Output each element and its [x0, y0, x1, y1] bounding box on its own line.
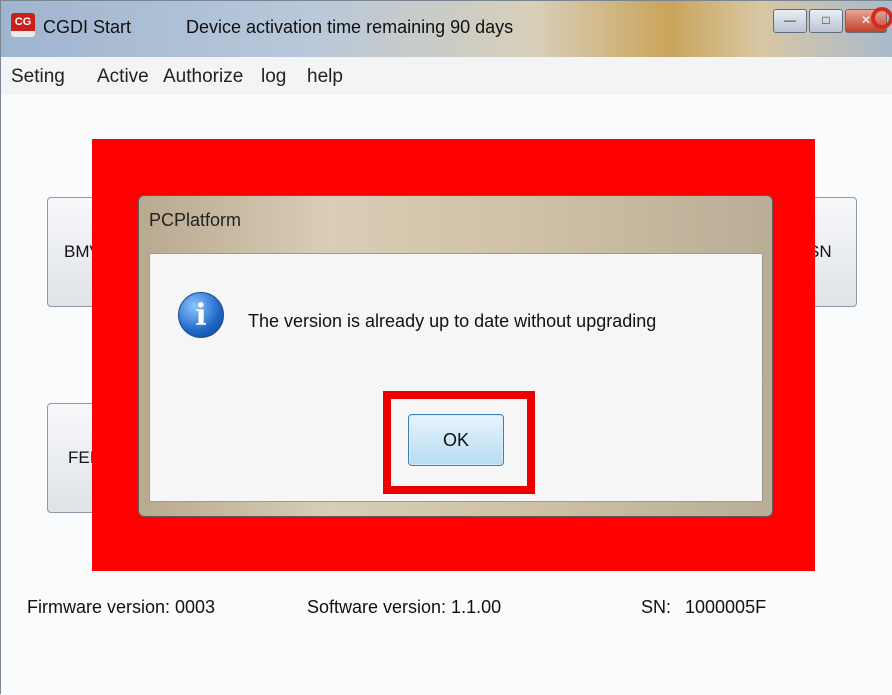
maximize-button[interactable]: □ [809, 9, 843, 33]
pcplatform-dialog: PCPlatform i The version is already up t… [138, 195, 773, 517]
fem-button-label: FEI [68, 448, 95, 467]
cgdi-logo-icon: CG [11, 13, 35, 37]
software-version: Software version: 1.1.00 [307, 597, 502, 617]
dialog-body: i The version is already up to date with… [149, 253, 763, 502]
menu-active[interactable]: Active [97, 66, 149, 88]
menu-bar: Seting Active Authorize log help [1, 57, 892, 96]
info-icon: i [178, 292, 224, 338]
sn-label: SN: [641, 597, 672, 617]
activation-notice: Device activation time remaining 90 days [186, 17, 514, 37]
cgdi-start-window: CG CGDI Start Device activation time rem… [0, 0, 892, 695]
title-bar[interactable]: CG CGDI Start Device activation time rem… [1, 1, 892, 57]
menu-authorize[interactable]: Authorize [163, 66, 243, 88]
menu-help[interactable]: help [307, 66, 343, 88]
window-controls: — □ ✕ [773, 9, 887, 33]
dialog-message: The version is already up to date withou… [248, 311, 657, 331]
ok-button[interactable]: OK [408, 414, 504, 466]
minimize-button[interactable]: — [773, 9, 807, 33]
firmware-version: Firmware version: 0003 [27, 597, 216, 617]
dialog-title: PCPlatform [149, 210, 242, 230]
recording-indicator-icon [871, 7, 892, 29]
app-title: CGDI Start [43, 17, 132, 37]
sn-value: 1000005F [685, 597, 767, 617]
menu-log[interactable]: log [261, 66, 286, 88]
menu-seting[interactable]: Seting [11, 66, 65, 88]
